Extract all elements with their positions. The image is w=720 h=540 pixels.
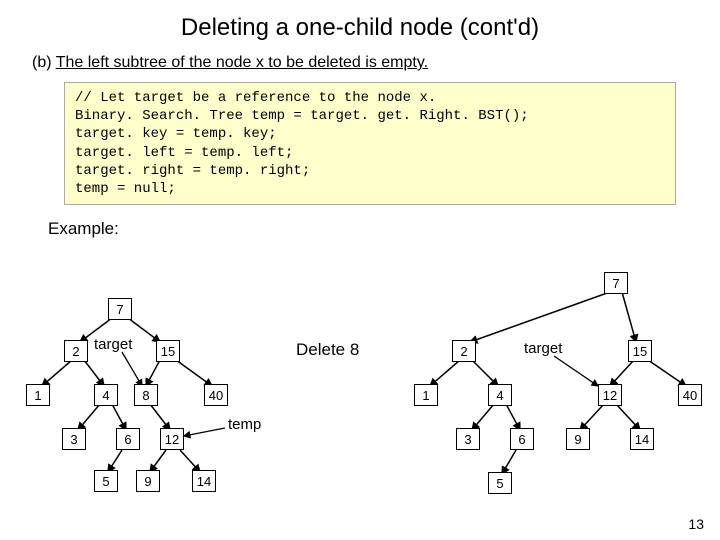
- temp-label: temp: [228, 416, 261, 433]
- tree-node: 15: [156, 340, 180, 362]
- target-label: target: [524, 340, 562, 357]
- tree-node: 8: [134, 384, 158, 406]
- code-line: // Let target be a reference to the node…: [75, 90, 436, 106]
- tree-node: 12: [160, 428, 184, 450]
- code-line: target. key = temp. key;: [75, 126, 277, 142]
- tree-node: 7: [108, 298, 132, 320]
- tree-node: 6: [116, 428, 140, 450]
- code-block: // Let target be a reference to the node…: [64, 82, 676, 205]
- tree-node: 6: [510, 428, 534, 450]
- tree-node: 40: [678, 384, 702, 406]
- subhead-prefix: (b): [32, 54, 56, 71]
- example-label: Example:: [0, 205, 720, 239]
- target-label: target: [94, 336, 132, 353]
- tree-node: 9: [566, 428, 590, 450]
- tree-node: 2: [64, 340, 88, 362]
- tree-node: 1: [26, 384, 50, 406]
- tree-node: 14: [192, 470, 216, 492]
- delete-label: Delete 8: [296, 340, 359, 360]
- tree-node: 4: [488, 384, 512, 406]
- tree-node: 9: [136, 470, 160, 492]
- tree-node: 7: [604, 272, 628, 294]
- subheading: (b) The left subtree of the node x to be…: [0, 50, 720, 78]
- subhead-underlined: The left subtree of the node x to be del…: [56, 54, 428, 71]
- tree-node: 5: [488, 472, 512, 494]
- code-line: Binary. Search. Tree temp = target. get.…: [75, 108, 529, 124]
- tree-node: 3: [456, 428, 480, 450]
- tree-node: 12: [598, 384, 622, 406]
- tree-node: 3: [62, 428, 86, 450]
- tree-node: 15: [628, 340, 652, 362]
- tree-node: 14: [630, 428, 654, 450]
- tree-node: 2: [452, 340, 476, 362]
- tree-node: 4: [94, 384, 118, 406]
- tree-node: 5: [94, 470, 118, 492]
- code-line: target. left = temp. left;: [75, 145, 293, 161]
- slide-title: Deleting a one-child node (cont'd): [0, 0, 720, 50]
- tree-node: 1: [414, 384, 438, 406]
- page-number: 13: [688, 516, 704, 532]
- code-line: temp = null;: [75, 181, 176, 197]
- tree-node: 40: [204, 384, 228, 406]
- code-line: target. right = temp. right;: [75, 163, 310, 179]
- tree-diagram-area: 7 2 15 1 4 8 40 3 6 12 5 9 14 target tem…: [0, 258, 720, 518]
